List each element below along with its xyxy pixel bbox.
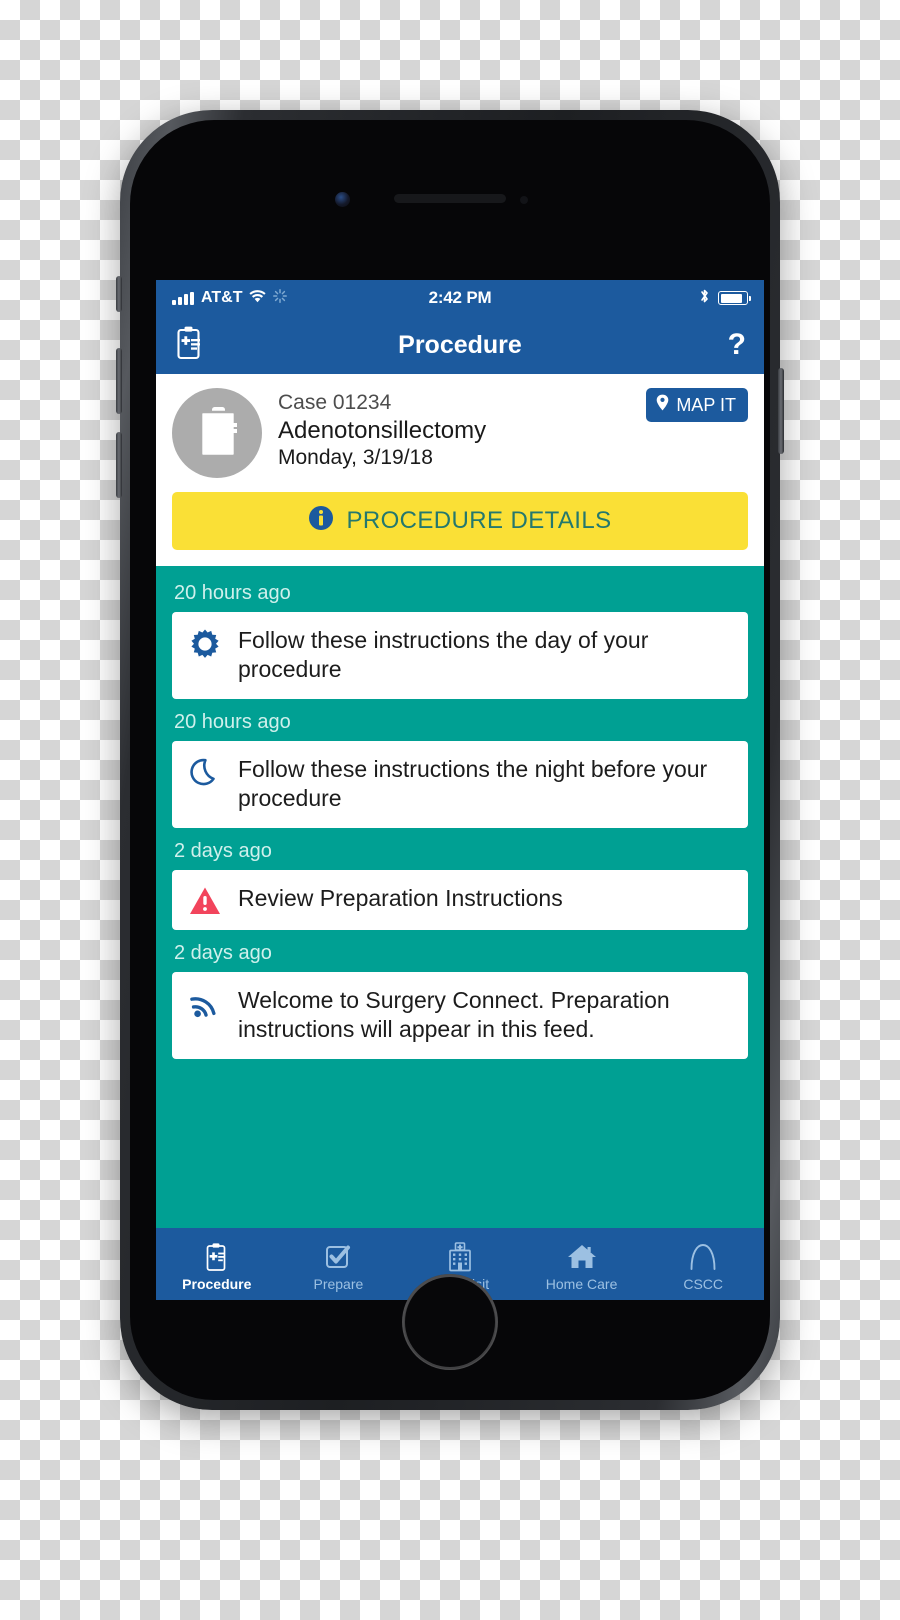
warning-triangle-icon [188,884,222,916]
tab-label: CSCC [683,1275,723,1292]
procedure-date-label: Monday, 3/19/18 [278,445,433,469]
signal-bars-icon [172,291,194,305]
wifi-icon [249,288,267,308]
feed-card[interactable]: Follow these instructions the night befo… [172,740,748,828]
phone-device-frame: AT&T 2:42 PM Procedure ? Case 01234 Aden… [116,110,784,1410]
avatar [172,388,262,478]
tab-label: Prepare [313,1275,364,1292]
app-screen: AT&T 2:42 PM Procedure ? Case 01234 Aden… [156,280,764,1300]
feed-timestamp: 2 days ago [174,941,272,964]
feed-card[interactable]: Follow these instructions the day of you… [172,612,748,699]
checkbox-check-icon [324,1241,352,1273]
help-button[interactable]: ? [728,330,746,360]
navigation-bar: Procedure ? [156,316,764,374]
carrier-label: AT&T [201,289,243,306]
map-it-button[interactable]: MAP IT [646,388,748,422]
feed-timestamp: 20 hours ago [174,710,291,733]
battery-icon [718,291,752,305]
feed-card-text: Review Preparation Instructions [238,884,563,911]
feed-card-text: Welcome to Surgery Connect. Preparation … [238,986,670,1043]
map-it-label: MAP IT [676,394,736,415]
procedure-details-label: PROCEDURE DETAILS [346,507,612,534]
activity-feed: 20 hours ago Follow these instructions t… [156,566,764,1228]
page-title: Procedure [398,330,522,359]
tab-procedure[interactable]: Procedure [156,1228,278,1300]
moon-icon [188,755,222,789]
status-bar-time: 2:42 PM [428,288,492,307]
clipboard-medical-icon [191,403,243,464]
procedure-details-button[interactable]: PROCEDURE DETAILS [172,492,748,550]
tab-cscc[interactable]: CSCC [642,1228,764,1300]
clipboard-medical-icon [204,1241,230,1273]
home-button[interactable] [402,1274,498,1370]
proximity-sensor [520,196,528,204]
house-icon [567,1241,597,1273]
location-pin-icon [656,394,669,416]
feed-timestamp: 2 days ago [174,839,272,862]
info-circle-icon [308,505,334,538]
feed-card[interactable]: Review Preparation Instructions [172,869,748,930]
tab-prepare[interactable]: Prepare [278,1228,400,1300]
feed-timestamp: 20 hours ago [174,582,291,604]
clipboard-medical-icon[interactable] [174,325,206,366]
tab-label: Home Care [545,1275,618,1292]
rss-feed-icon [188,986,222,1018]
hospital-building-icon [447,1241,473,1273]
front-camera [335,192,350,207]
phone-bezel: AT&T 2:42 PM Procedure ? Case 01234 Aden… [130,120,770,1400]
arch-logo-icon [688,1241,718,1273]
bluetooth-icon [699,288,710,309]
feed-card-text: Follow these instructions the day of you… [238,627,649,683]
tab-label: Procedure [182,1275,252,1292]
sync-spinner-icon [273,288,288,308]
status-bar: AT&T 2:42 PM [156,280,764,316]
volume-down-button[interactable] [116,432,122,498]
tab-home-care[interactable]: Home Care [521,1228,643,1300]
feed-card[interactable]: Welcome to Surgery Connect. Preparation … [172,971,748,1059]
volume-up-button[interactable] [116,348,122,414]
power-button[interactable] [778,368,784,454]
feed-card-text: Follow these instructions the night befo… [238,755,708,812]
earpiece-speaker [394,194,506,203]
silent-switch[interactable] [116,276,122,312]
sun-icon [188,626,222,660]
case-summary-card: Case 01234 Adenotonsillectomy Monday, 3/… [156,374,764,566]
